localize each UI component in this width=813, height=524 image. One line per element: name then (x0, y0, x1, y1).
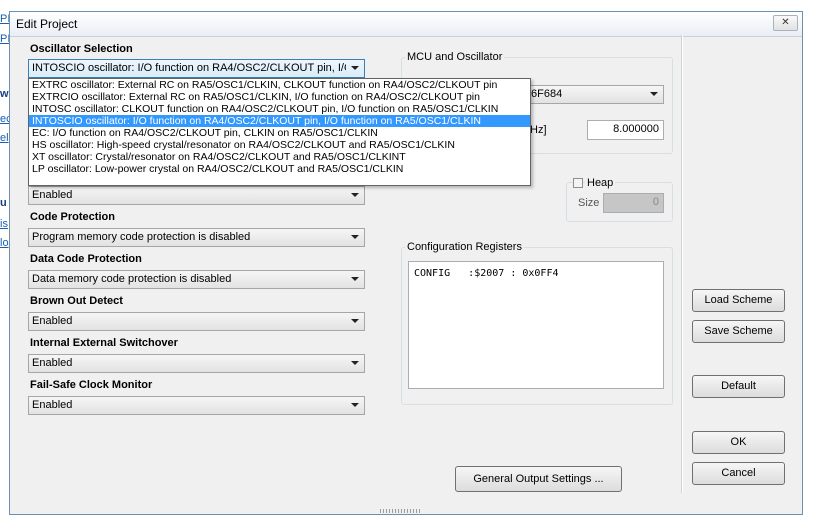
background-link[interactable]: lo (0, 237, 9, 249)
code-protection-value: Program memory code protection is disabl… (32, 231, 251, 243)
list-item[interactable]: EXTRCIO oscillator: External RC on RA5/O… (29, 91, 530, 103)
brown-out-detect-value: Enabled (32, 315, 73, 327)
oscillator-selection-combo[interactable]: INTOSCIO oscillator: I/O function on RA4… (28, 59, 365, 78)
frequency-input[interactable]: 8.000000 (587, 120, 664, 140)
data-code-protection-label: Data Code Protection (30, 253, 142, 265)
switchover-label: Internal External Switchover (30, 337, 178, 349)
code-protection-combo[interactable]: Program memory code protection is disabl… (28, 228, 365, 247)
load-scheme-button[interactable]: Load Scheme (692, 289, 785, 312)
chevron-down-icon (351, 361, 359, 365)
resize-grip[interactable] (380, 509, 420, 513)
background-link[interactable]: el (0, 132, 9, 144)
list-item[interactable]: EC: I/O function on RA4/OSC2/CLKOUT pin,… (29, 127, 530, 139)
oscillator-selection-label: Oscillator Selection (30, 43, 133, 55)
list-item-selected[interactable]: INTOSCIO oscillator: I/O function on RA4… (29, 115, 530, 127)
brown-out-detect-label: Brown Out Detect (30, 295, 123, 307)
close-button[interactable]: ✕ (773, 15, 798, 31)
list-item[interactable]: EXTRC oscillator: External RC on RA5/OSC… (29, 79, 530, 91)
chevron-down-icon (351, 277, 359, 281)
data-code-protection-combo[interactable]: Data memory code protection is disabled (28, 270, 365, 289)
configuration-registers-label: Configuration Registers (405, 241, 524, 253)
oscillator-selection-value: INTOSCIO oscillator: I/O function on RA4… (32, 62, 346, 74)
ok-button[interactable]: OK (692, 431, 785, 454)
chevron-down-icon (351, 66, 359, 70)
default-button[interactable]: Default (692, 375, 785, 398)
code-protection-label: Code Protection (30, 211, 115, 223)
list-item[interactable]: XT oscillator: Crystal/resonator on RA4/… (29, 151, 530, 163)
frequency-unit-label: Hz] (530, 124, 547, 136)
heap-size-label: Size (578, 197, 600, 209)
chevron-down-icon (650, 92, 658, 96)
general-output-settings-button[interactable]: General Output Settings ... (455, 466, 622, 492)
background-link: is (0, 218, 8, 230)
switchover-value: Enabled (32, 357, 73, 369)
partially-hidden-combo-value: Enabled (32, 189, 73, 201)
partially-hidden-combo[interactable]: Enabled (28, 186, 365, 205)
fail-safe-label: Fail-Safe Clock Monitor (30, 379, 153, 391)
list-item[interactable]: LP oscillator: Low-power crystal on RA4/… (29, 163, 530, 175)
device-value: 6F684 (531, 88, 563, 100)
oscillator-options-list[interactable]: EXTRC oscillator: External RC on RA5/OSC… (28, 78, 531, 186)
chevron-down-icon (351, 403, 359, 407)
switchover-combo[interactable]: Enabled (28, 354, 365, 373)
close-icon: ✕ (781, 17, 790, 28)
window-title: Edit Project (16, 17, 78, 31)
cancel-button[interactable]: Cancel (692, 462, 785, 485)
title-bar[interactable]: Edit Project ✕ (10, 12, 802, 37)
data-code-protection-value: Data memory code protection is disabled (32, 273, 232, 285)
background-link: u (0, 197, 7, 209)
brown-out-detect-combo[interactable]: Enabled (28, 312, 365, 331)
list-item[interactable]: INTOSC oscillator: CLKOUT function on RA… (29, 103, 530, 115)
heap-size-input[interactable]: 0 (603, 193, 664, 213)
fail-safe-combo[interactable]: Enabled (28, 396, 365, 415)
vertical-separator (681, 35, 683, 493)
list-item[interactable]: HS oscillator: High-speed crystal/resona… (29, 139, 530, 151)
mcu-oscillator-group-label: MCU and Oscillator (405, 51, 505, 63)
configuration-registers-text[interactable]: CONFIG :$2007 : 0x0FF4 (408, 261, 664, 389)
heap-checkbox[interactable] (573, 178, 583, 188)
background-link: w (0, 88, 9, 100)
fail-safe-value: Enabled (32, 399, 73, 411)
chevron-down-icon (351, 235, 359, 239)
chevron-down-icon (351, 193, 359, 197)
save-scheme-button[interactable]: Save Scheme (692, 320, 785, 343)
chevron-down-icon (351, 319, 359, 323)
heap-label: Heap (585, 177, 616, 189)
